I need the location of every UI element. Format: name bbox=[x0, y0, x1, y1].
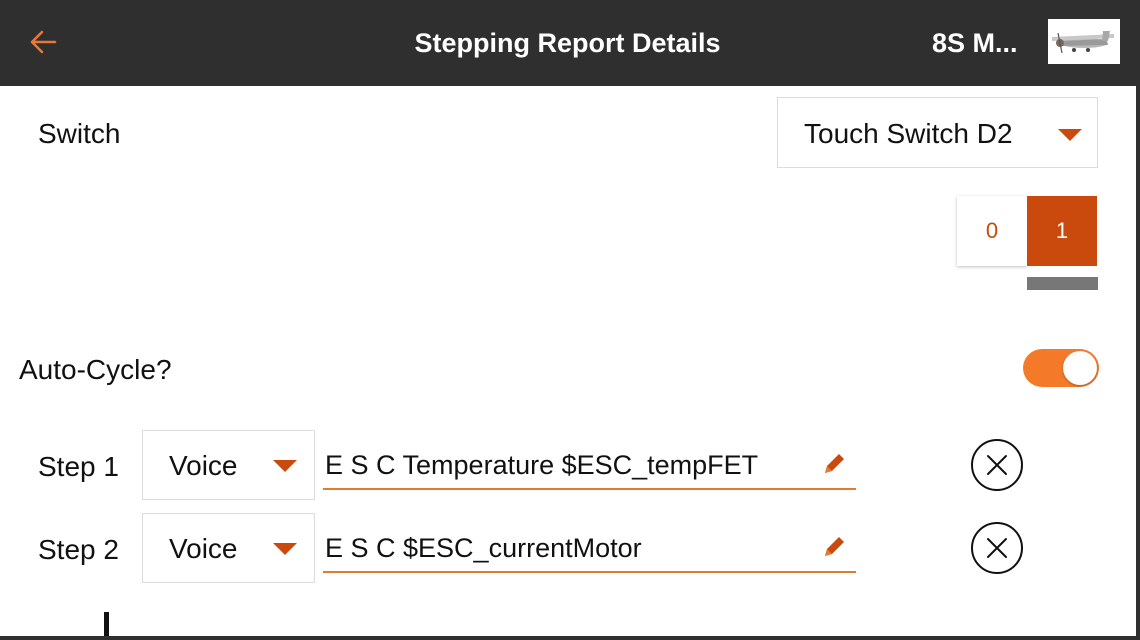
plus-icon bbox=[104, 612, 109, 636]
auto-cycle-label: Auto-Cycle? bbox=[19, 354, 172, 385]
auto-cycle-toggle[interactable] bbox=[1023, 349, 1099, 387]
caret-down-icon bbox=[273, 543, 297, 555]
position-indicator bbox=[1027, 277, 1098, 290]
model-name[interactable]: 8S M... bbox=[932, 0, 1018, 86]
step-1-type-value: Voice bbox=[169, 450, 238, 481]
switch-label: Switch bbox=[38, 118, 121, 149]
step-2-text: E S C $ESC_currentMotor bbox=[325, 533, 642, 563]
model-thumbnail[interactable] bbox=[1048, 19, 1120, 64]
add-step-button[interactable] bbox=[80, 608, 134, 636]
remove-step-1-button[interactable] bbox=[970, 438, 1024, 492]
back-button[interactable] bbox=[24, 22, 64, 62]
remove-step-2-button[interactable] bbox=[970, 521, 1024, 575]
step-1-text: E S C Temperature $ESC_tempFET bbox=[325, 450, 759, 480]
step-1-text-field[interactable]: E S C Temperature $ESC_tempFET bbox=[323, 440, 856, 490]
step-2-text-field[interactable]: E S C $ESC_currentMotor bbox=[323, 523, 856, 573]
pencil-icon[interactable] bbox=[820, 450, 848, 478]
back-arrow-icon bbox=[30, 30, 57, 54]
step-2-label: Step 2 bbox=[38, 534, 119, 565]
top-bar: Stepping Report Details 8S M... bbox=[0, 0, 1140, 86]
step-1-label: Step 1 bbox=[38, 451, 119, 482]
switch-dropdown-value: Touch Switch D2 bbox=[804, 118, 1013, 149]
step-1-type-dropdown[interactable]: Voice bbox=[142, 430, 315, 500]
airplane-icon bbox=[1052, 31, 1114, 54]
caret-down-icon bbox=[1058, 129, 1082, 141]
content-panel: Switch Touch Switch D2 0 1 Auto-Cycle? S… bbox=[0, 86, 1136, 636]
step-2-type-value: Voice bbox=[169, 533, 238, 564]
toggle-knob bbox=[1063, 351, 1097, 385]
switch-position-1-button[interactable]: 1 bbox=[1027, 196, 1097, 266]
step-2-type-dropdown[interactable]: Voice bbox=[142, 513, 315, 583]
caret-down-icon bbox=[273, 460, 297, 472]
switch-dropdown[interactable]: Touch Switch D2 bbox=[777, 97, 1098, 168]
switch-position-0-button[interactable]: 0 bbox=[957, 196, 1027, 266]
pencil-icon[interactable] bbox=[820, 533, 848, 561]
